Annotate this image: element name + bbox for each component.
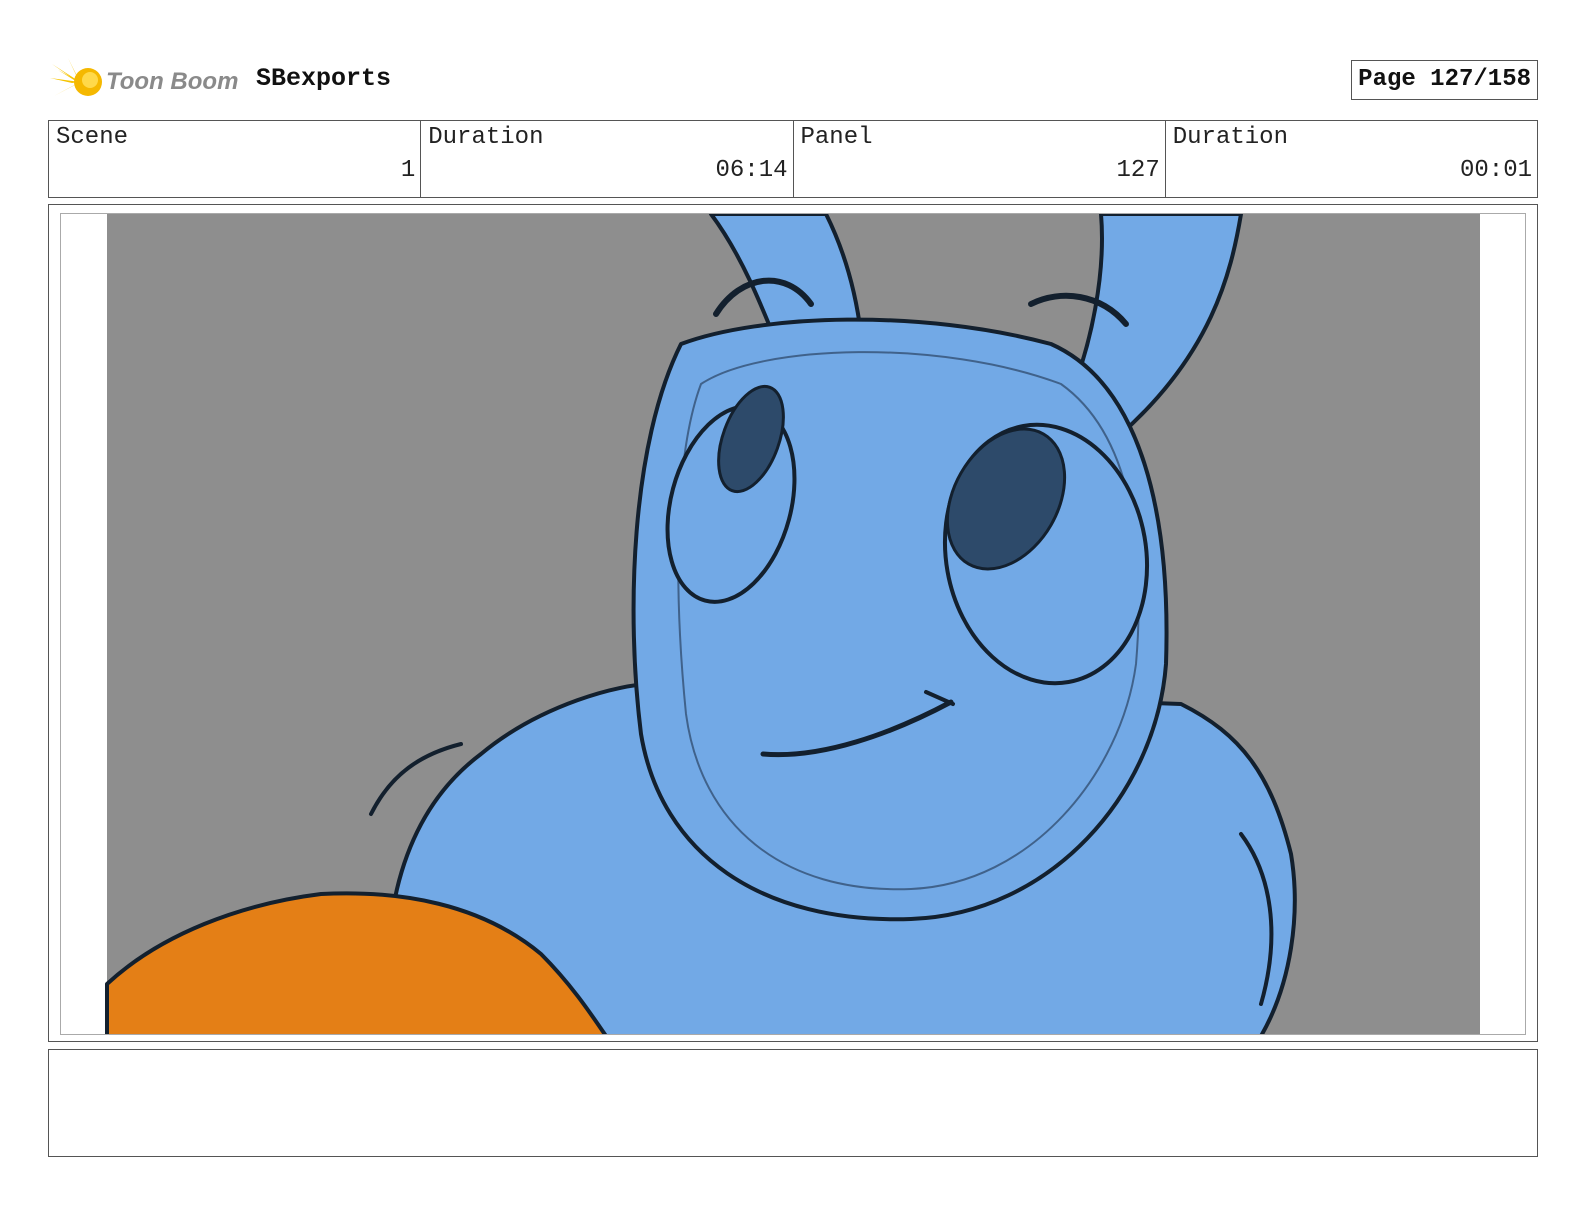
panel-image [60,213,1526,1035]
panel-frame [48,204,1538,1042]
page-header: Toon Boom SBexports Page 127/158 [48,52,1538,108]
panel-duration-value: 00:01 [1459,157,1532,184]
panel-info-table: Scene 1 Duration 06:14 Panel 127 Duratio… [48,120,1538,198]
scene-label: Scene [56,124,129,151]
scene-duration-cell: Duration 06:14 [421,121,794,197]
storyboard-drawing [105,214,1480,1034]
panel-label: Panel [800,124,873,151]
scene-value: 1 [400,157,416,184]
page-number: Page 127/158 [1351,60,1538,100]
logo-text: Toon Boom [106,68,239,95]
toon-boom-logo: Toon Boom [50,56,240,108]
panel-notes [48,1049,1538,1157]
panel-duration-label: Duration [1172,124,1288,151]
project-title: SBexports [256,64,392,93]
scene-cell: Scene 1 [49,121,422,197]
panel-cell: Panel 127 [794,121,1166,197]
scene-duration-value: 06:14 [715,157,788,184]
scene-duration-label: Duration [428,124,544,151]
panel-duration-cell: Duration 00:01 [1166,121,1537,197]
toon-boom-burst-icon [50,58,102,106]
panel-value: 127 [1116,157,1160,184]
